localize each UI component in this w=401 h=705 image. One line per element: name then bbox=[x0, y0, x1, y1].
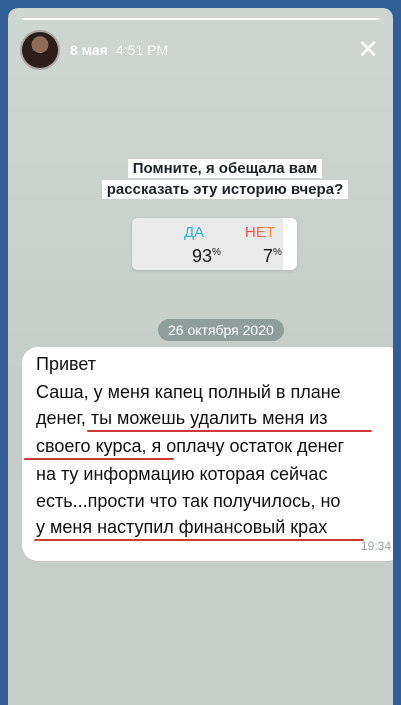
story-question: Помните, я обещала вам рассказать эту ис… bbox=[98, 158, 352, 200]
highlight-underline bbox=[87, 430, 372, 432]
message-line: Саша, у меня капец полный в плане bbox=[36, 382, 341, 402]
story-time: 4:51 PM bbox=[116, 42, 169, 58]
question-line-1: Помните, я обещала вам bbox=[127, 159, 323, 178]
poll-no-label[interactable]: НЕТ bbox=[245, 224, 275, 241]
highlight-underline bbox=[24, 458, 174, 460]
message-line: на ту информацию которая сейчас bbox=[36, 464, 328, 484]
story-date: 8 мая bbox=[70, 42, 108, 58]
story-progress-bar bbox=[22, 18, 379, 20]
message-line: есть...прости что так получилось, но bbox=[36, 491, 341, 511]
story-frame: 8 мая 4:51 PM × Помните, я обещала вам р… bbox=[8, 8, 393, 705]
message-time: 19:34 bbox=[360, 539, 391, 553]
highlight-underline bbox=[34, 539, 364, 541]
message-line: Привет bbox=[36, 354, 97, 374]
avatar[interactable] bbox=[20, 30, 60, 70]
chat-message-bubble: Привет Саша, у меня капец полный в плане… bbox=[22, 347, 393, 561]
question-line-2: рассказать эту историю вчера? bbox=[101, 180, 349, 199]
poll-widget[interactable]: ДА НЕТ 93% 7% bbox=[132, 218, 297, 270]
poll-no-percent: 7% bbox=[263, 246, 282, 266]
close-icon[interactable]: × bbox=[353, 32, 383, 66]
message-line: своего курса, я оплачу остаток денег bbox=[36, 436, 345, 456]
message-line: у меня наступил финансовый крах bbox=[36, 517, 328, 537]
chat-date-pill: 26 октября 2020 bbox=[158, 319, 284, 341]
poll-yes-percent: 93% bbox=[192, 246, 221, 266]
poll-yes-label[interactable]: ДА bbox=[184, 224, 204, 241]
message-line: денег, ты можешь удалить меня из bbox=[36, 408, 328, 428]
story-header: 8 мая 4:51 PM × bbox=[20, 30, 383, 70]
